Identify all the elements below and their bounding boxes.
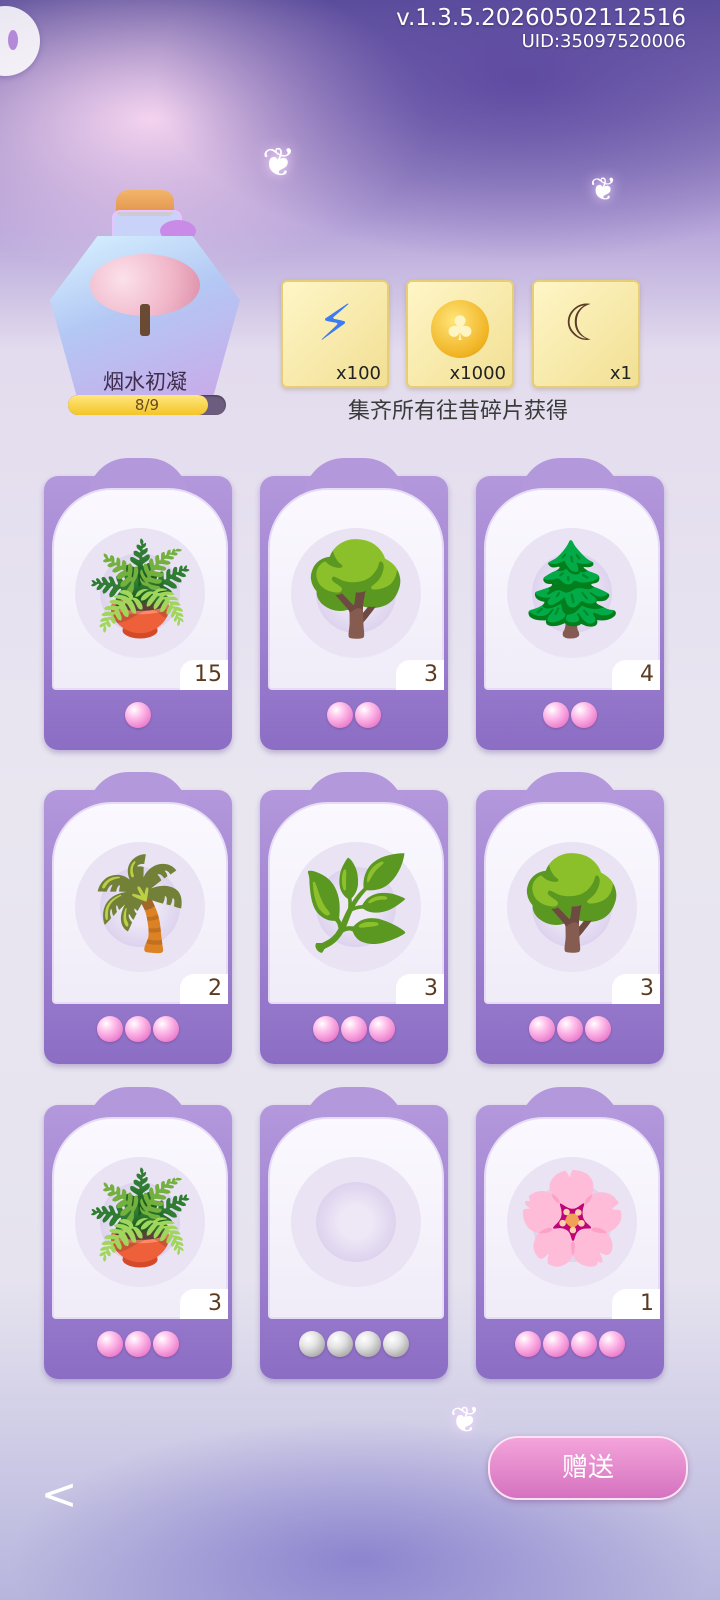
butterfly-icon: ❦ bbox=[450, 1400, 481, 1441]
chevron-left-icon: < bbox=[40, 1469, 78, 1520]
reward-item-ornament[interactable]: ☾ x1 bbox=[532, 280, 640, 388]
bonsai-tree-icon: 🌳 bbox=[299, 537, 413, 642]
potted-banana-leaf-plant-icon: 🌿 bbox=[299, 851, 413, 956]
rarity-orbs bbox=[44, 702, 232, 732]
plant-card[interactable]: 🌿 3 bbox=[260, 772, 448, 1064]
garden-tree-planter-icon: 🌳 bbox=[515, 851, 629, 956]
plant-card-empty[interactable] bbox=[260, 1087, 448, 1379]
pink-orb-icon bbox=[125, 1331, 151, 1357]
collection-progress-bar: 8/9 bbox=[68, 395, 226, 415]
card-count: 3 bbox=[180, 1289, 228, 1319]
rarity-orbs bbox=[476, 1331, 664, 1361]
pink-orb-icon bbox=[125, 1016, 151, 1042]
rarity-orbs bbox=[476, 1016, 664, 1046]
card-count: 3 bbox=[396, 974, 444, 1004]
card-count: 15 bbox=[180, 660, 228, 690]
flower-placeholder-icon bbox=[316, 1182, 396, 1262]
plant-card[interactable]: 🌴 2 bbox=[44, 772, 232, 1064]
cherry-blossom-tree-icon bbox=[90, 254, 200, 336]
gray-orb-icon bbox=[327, 1331, 353, 1357]
boxwood-planter-icon: 🪴 bbox=[83, 1166, 197, 1271]
pink-orb-icon bbox=[153, 1016, 179, 1042]
send-gift-button[interactable]: 赠送 bbox=[488, 1436, 688, 1500]
butterfly-icon: ❦ bbox=[590, 170, 617, 208]
plant-card[interactable]: 🌸 1 bbox=[476, 1087, 664, 1379]
pink-orb-icon bbox=[313, 1016, 339, 1042]
collection-bottle[interactable]: 烟水初凝 8/9 bbox=[50, 190, 240, 420]
pink-orb-icon bbox=[557, 1016, 583, 1042]
rarity-orbs bbox=[44, 1331, 232, 1361]
rarity-orbs bbox=[260, 1331, 448, 1361]
gray-orb-icon bbox=[299, 1331, 325, 1357]
plant-card[interactable]: 🪴 3 bbox=[44, 1087, 232, 1379]
pink-orb-icon bbox=[529, 1016, 555, 1042]
card-count: 2 bbox=[180, 974, 228, 1004]
flower-crescent-ornament-icon: ☾ bbox=[563, 294, 609, 352]
plant-card[interactable]: 🌲 4 bbox=[476, 458, 664, 750]
plant-card[interactable]: 🌳 3 bbox=[476, 772, 664, 1064]
pink-orb-icon bbox=[543, 702, 569, 728]
pink-orb-icon bbox=[599, 1331, 625, 1357]
pink-orb-icon bbox=[369, 1016, 395, 1042]
pink-orb-icon bbox=[515, 1331, 541, 1357]
version-info: v.1.3.5.20260502112516 UID:35097520006 bbox=[396, 4, 686, 52]
rarity-orbs bbox=[260, 1016, 448, 1046]
card-count: 3 bbox=[396, 660, 444, 690]
pink-orb-icon bbox=[97, 1016, 123, 1042]
pink-orb-icon bbox=[125, 702, 151, 728]
back-button[interactable]: < bbox=[34, 1470, 84, 1520]
menu-button[interactable] bbox=[0, 6, 40, 76]
gray-orb-icon bbox=[383, 1331, 409, 1357]
butterfly-icon: ❦ bbox=[262, 140, 296, 186]
pink-orb-icon bbox=[327, 702, 353, 728]
gray-orb-icon bbox=[355, 1331, 381, 1357]
pink-orb-icon bbox=[571, 702, 597, 728]
version-label: v.1.3.5.20260502112516 bbox=[396, 5, 686, 31]
reward-item-energy[interactable]: ⚡ x100 bbox=[281, 280, 389, 388]
reward-item-coins[interactable]: ♣ x1000 bbox=[406, 280, 514, 388]
clover-coin-icon: ♣ bbox=[431, 300, 489, 358]
rewards-caption: 集齐所有往昔碎片获得 bbox=[347, 399, 568, 424]
pink-orb-icon bbox=[97, 1331, 123, 1357]
lightning-bolt-icon: ⚡ bbox=[317, 294, 353, 352]
reward-count: x100 bbox=[335, 363, 381, 384]
pink-orb-icon bbox=[543, 1331, 569, 1357]
card-count: 3 bbox=[612, 974, 660, 1004]
potted-palm-icon: 🌴 bbox=[83, 851, 197, 956]
rarity-orbs bbox=[260, 702, 448, 732]
pink-orb-icon bbox=[571, 1331, 597, 1357]
plant-card[interactable]: 🌳 3 bbox=[260, 458, 448, 750]
progress-text: 8/9 bbox=[134, 396, 160, 414]
rarity-orbs bbox=[476, 702, 664, 732]
pink-orb-icon bbox=[355, 702, 381, 728]
rarity-orbs bbox=[44, 1016, 232, 1046]
reward-count: x1 bbox=[609, 363, 632, 384]
uid-label: UID:35097520006 bbox=[521, 31, 686, 52]
pink-orb-icon bbox=[585, 1016, 611, 1042]
topiary-tree-icon: 🌲 bbox=[515, 537, 629, 642]
pink-orb-icon bbox=[341, 1016, 367, 1042]
card-count: 1 bbox=[612, 1289, 660, 1319]
potted-leafy-plant-icon: 🪴 bbox=[83, 537, 197, 642]
reward-count: x1000 bbox=[449, 363, 506, 384]
card-count: 4 bbox=[612, 660, 660, 690]
pink-orb-icon bbox=[153, 1331, 179, 1357]
cherry-blossom-planter-icon: 🌸 bbox=[515, 1166, 629, 1271]
plant-card[interactable]: 🪴 15 bbox=[44, 458, 232, 750]
collection-name: 烟水初凝 bbox=[103, 370, 187, 394]
